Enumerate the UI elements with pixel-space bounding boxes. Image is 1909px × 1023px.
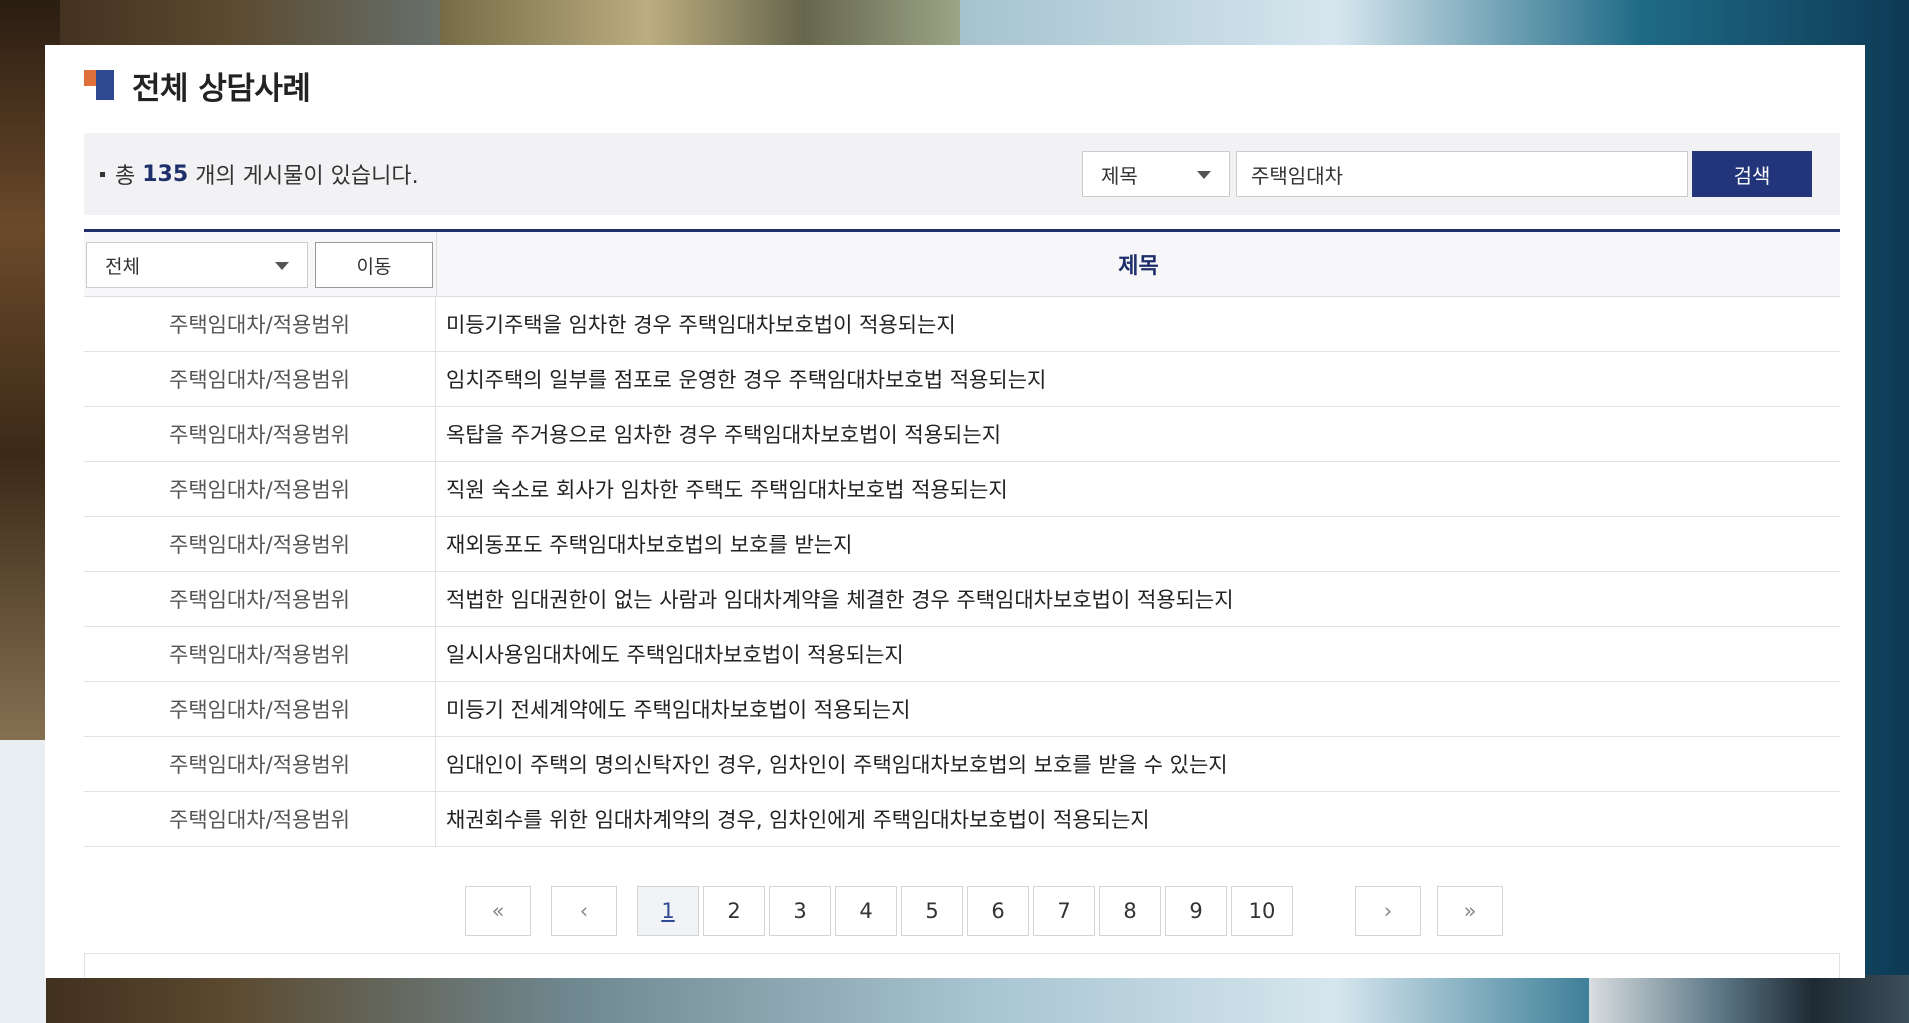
category-select[interactable]: 전체 — [86, 242, 308, 288]
page-heading: 전체 상담사례 — [84, 65, 311, 107]
search-bar: 총 135 개의 게시물이 있습니다. 제목 검색 — [84, 133, 1840, 215]
bullet-icon — [100, 171, 105, 177]
heading-square-blue — [96, 70, 114, 100]
post-count-number: 135 — [142, 161, 189, 187]
move-button[interactable]: 이동 — [315, 242, 433, 288]
page-5-button[interactable]: 5 — [901, 886, 963, 936]
chevron-down-icon — [1197, 171, 1211, 179]
table-row: 주택임대차/적용범위 일시사용임대차에도 주택임대차보호법이 적용되는지 — [84, 627, 1840, 682]
row-title-link[interactable]: 직원 숙소로 회사가 임차한 주택도 주택임대차보호법 적용되는지 — [436, 462, 1840, 516]
table-row: 주택임대차/적용범위 미등기주택을 임차한 경우 주택임대차보호법이 적용되는지 — [84, 297, 1840, 352]
row-category: 주택임대차/적용범위 — [84, 572, 436, 626]
background-foliage-top — [440, 0, 960, 46]
row-category: 주택임대차/적용범위 — [84, 737, 436, 791]
row-title-link[interactable]: 미등기주택을 임차한 경우 주택임대차보호법이 적용되는지 — [436, 297, 1840, 351]
last-page-button[interactable]: » — [1437, 886, 1503, 936]
row-category: 주택임대차/적용범위 — [84, 462, 436, 516]
column-header-title: 제목 — [436, 232, 1840, 296]
table-row: 주택임대차/적용범위 채권회수를 위한 임대차계약의 경우, 임차인에게 주택임… — [84, 792, 1840, 847]
table-row: 주택임대차/적용범위 미등기 전세계약에도 주택임대차보호법이 적용되는지 — [84, 682, 1840, 737]
table-row: 주택임대차/적용범위 재외동포도 주택임대차보호법의 보호를 받는지 — [84, 517, 1840, 572]
background-building-right — [1589, 975, 1909, 1023]
heading-square-icon — [84, 70, 114, 100]
row-category: 주택임대차/적용범위 — [84, 682, 436, 736]
table-row: 주택임대차/적용범위 임치주택의 일부를 점포로 운영한 경우 주택임대차보호법… — [84, 352, 1840, 407]
table-row: 주택임대차/적용범위 적법한 임대권한이 없는 사람과 임대차계약을 체결한 경… — [84, 572, 1840, 627]
search-input[interactable] — [1236, 151, 1688, 197]
next-page-button[interactable]: › — [1355, 886, 1421, 936]
row-title-link[interactable]: 임대인이 주택의 명의신탁자인 경우, 임차인이 주택임대차보호법의 보호를 받… — [436, 737, 1840, 791]
post-count-prefix: 총 — [115, 164, 136, 189]
row-category: 주택임대차/적용범위 — [84, 297, 436, 351]
page-10-button[interactable]: 10 — [1231, 886, 1293, 936]
bottom-divider — [84, 953, 1840, 978]
background-wall-left — [0, 740, 46, 1023]
row-category: 주택임대차/적용범위 — [84, 517, 436, 571]
page-8-button[interactable]: 8 — [1099, 886, 1161, 936]
table-row: 주택임대차/적용범위 임대인이 주택의 명의신탁자인 경우, 임차인이 주택임대… — [84, 737, 1840, 792]
content-panel: 전체 상담사례 총 135 개의 게시물이 있습니다. 제목 검색 전체 이동 … — [45, 45, 1865, 978]
row-title-link[interactable]: 채권회수를 위한 임대차계약의 경우, 임차인에게 주택임대차보호법이 적용되는… — [436, 792, 1840, 846]
page-4-button[interactable]: 4 — [835, 886, 897, 936]
search-button[interactable]: 검색 — [1692, 151, 1812, 197]
search-field-value: 제목 — [1101, 163, 1138, 188]
page-6-button[interactable]: 6 — [967, 886, 1029, 936]
page-7-button[interactable]: 7 — [1033, 886, 1095, 936]
row-title-link[interactable]: 임치주택의 일부를 점포로 운영한 경우 주택임대차보호법 적용되는지 — [436, 352, 1840, 406]
category-select-value: 전체 — [105, 255, 140, 278]
post-count-suffix: 개의 게시물이 있습니다. — [195, 164, 419, 189]
prev-page-button[interactable]: ‹ — [551, 886, 617, 936]
search-field-select[interactable]: 제목 — [1082, 151, 1230, 197]
page-9-button[interactable]: 9 — [1165, 886, 1227, 936]
page-title: 전체 상담사례 — [132, 70, 311, 107]
table-row: 주택임대차/적용범위 직원 숙소로 회사가 임차한 주택도 주택임대차보호법 적… — [84, 462, 1840, 517]
page-2-button[interactable]: 2 — [703, 886, 765, 936]
row-title-link[interactable]: 적법한 임대권한이 없는 사람과 임대차계약을 체결한 경우 주택임대차보호법이… — [436, 572, 1840, 626]
row-title-link[interactable]: 일시사용임대차에도 주택임대차보호법이 적용되는지 — [436, 627, 1840, 681]
row-category: 주택임대차/적용범위 — [84, 792, 436, 846]
table-header: 전체 이동 제목 — [84, 229, 1840, 297]
row-title-link[interactable]: 미등기 전세계약에도 주택임대차보호법이 적용되는지 — [436, 682, 1840, 736]
chevron-down-icon — [275, 262, 289, 270]
row-title-link[interactable]: 재외동포도 주택임대차보호법의 보호를 받는지 — [436, 517, 1840, 571]
row-title-link[interactable]: 옥탑을 주거용으로 임차한 경우 주택임대차보호법이 적용되는지 — [436, 407, 1840, 461]
post-count: 총 135 개의 게시물이 있습니다. — [100, 133, 419, 215]
table-row: 주택임대차/적용범위 옥탑을 주거용으로 임차한 경우 주택임대차보호법이 적용… — [84, 407, 1840, 462]
case-table: 전체 이동 제목 주택임대차/적용범위 미등기주택을 임차한 경우 주택임대차보… — [84, 229, 1840, 847]
page-1-button[interactable]: 1 — [637, 886, 699, 936]
row-category: 주택임대차/적용범위 — [84, 627, 436, 681]
row-category: 주택임대차/적용범위 — [84, 352, 436, 406]
first-page-button[interactable]: « — [465, 886, 531, 936]
page-3-button[interactable]: 3 — [769, 886, 831, 936]
row-category: 주택임대차/적용범위 — [84, 407, 436, 461]
